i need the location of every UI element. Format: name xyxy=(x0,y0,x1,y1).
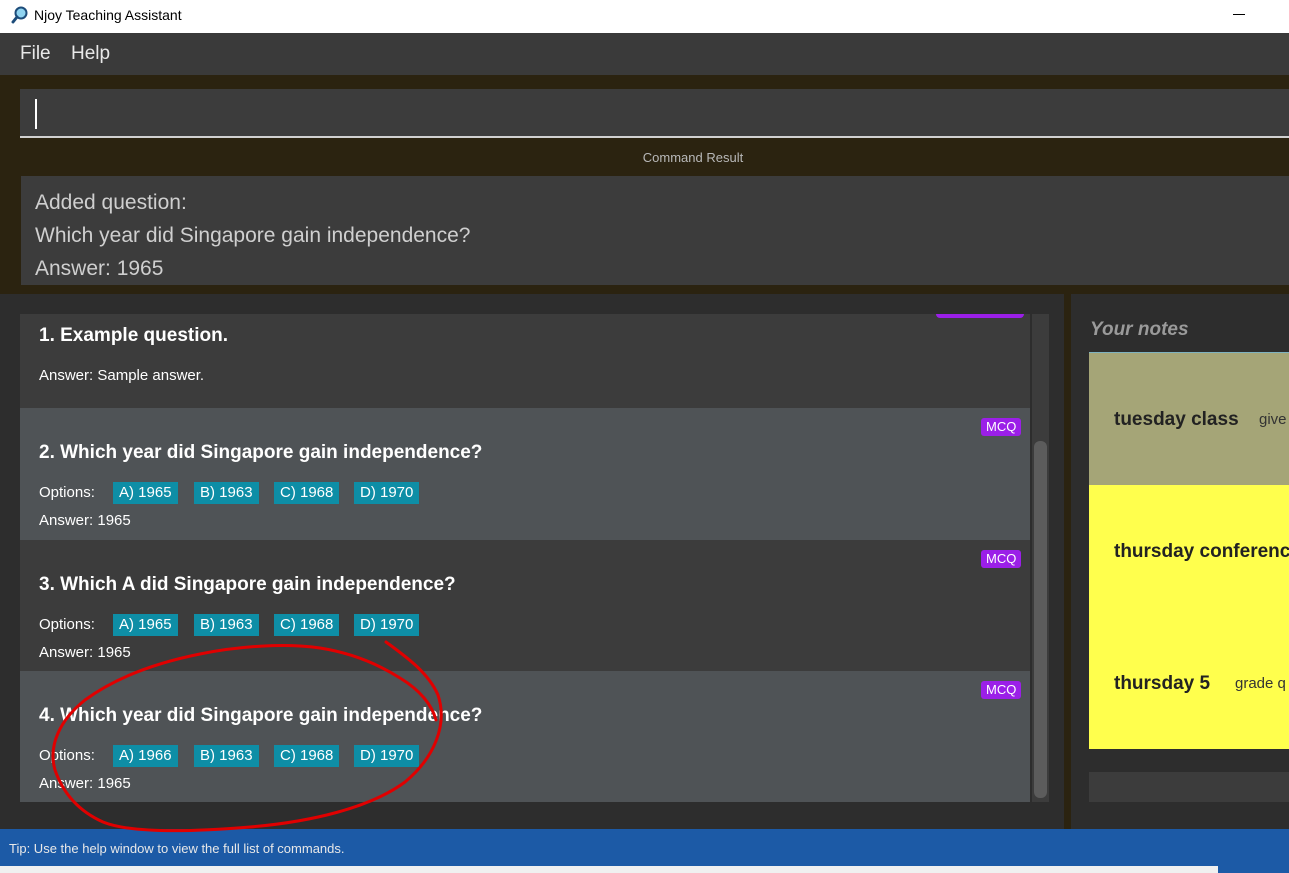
result-line: Which year did Singapore gain independen… xyxy=(35,224,471,247)
status-bar: Tip: Use the help window to view the ful… xyxy=(0,829,1289,866)
option-chip: D) 1970 xyxy=(354,745,420,767)
option-chip: C) 1968 xyxy=(274,745,340,767)
minimize-button[interactable] xyxy=(1226,4,1250,26)
scrollbar-thumb[interactable] xyxy=(1034,441,1047,798)
option-chip: B) 1963 xyxy=(194,482,259,504)
scrollbar[interactable] xyxy=(1032,314,1049,802)
question-card[interactable]: MCQ 4. Which year did Singapore gain ind… xyxy=(20,671,1030,802)
menu-file[interactable]: File xyxy=(20,43,51,65)
magnifier-icon xyxy=(11,6,28,24)
text-caret xyxy=(35,99,37,129)
question-card[interactable]: 1. Example question. Answer: Sample answ… xyxy=(20,314,1030,408)
question-title: 1. Example question. xyxy=(39,325,228,346)
question-card[interactable]: MCQ 2. Which year did Singapore gain ind… xyxy=(20,408,1030,540)
question-answer: Answer: Sample answer. xyxy=(39,367,205,384)
question-list[interactable]: 1. Example question. Answer: Sample answ… xyxy=(20,314,1030,802)
command-input[interactable] xyxy=(20,89,1289,138)
option-chip: A) 1966 xyxy=(113,745,178,767)
note-card[interactable]: thursday 5 grade q xyxy=(1089,617,1289,749)
option-chip: B) 1963 xyxy=(194,745,259,767)
question-title: 4. Which year did Singapore gain indepen… xyxy=(39,705,483,726)
tag-badge xyxy=(936,314,1024,318)
option-chip: D) 1970 xyxy=(354,482,420,504)
option-chip: A) 1965 xyxy=(113,482,178,504)
question-answer: Answer: 1965 xyxy=(39,512,131,529)
note-body: give xyxy=(1259,411,1287,428)
notes-title: Your notes xyxy=(1090,319,1189,340)
option-chip: C) 1968 xyxy=(274,614,340,636)
note-card[interactable]: thursday conference xyxy=(1089,485,1289,617)
question-answer: Answer: 1965 xyxy=(39,775,131,792)
mcq-tag: MCQ xyxy=(981,550,1022,568)
main-window: Command Result Added question: Which yea… xyxy=(0,75,1289,829)
options-label: Options: xyxy=(39,616,95,633)
question-list-panel: 1. Example question. Answer: Sample answ… xyxy=(0,294,1064,829)
note-body: grade q xyxy=(1235,675,1286,692)
mcq-tag: MCQ xyxy=(981,418,1022,436)
question-title: 2. Which year did Singapore gain indepen… xyxy=(39,442,483,463)
command-result-box: Added question: Which year did Singapore… xyxy=(21,176,1289,285)
option-chip: A) 1965 xyxy=(113,614,178,636)
menu-help[interactable]: Help xyxy=(71,43,110,65)
question-answer: Answer: 1965 xyxy=(39,644,131,661)
command-result-label: Command Result xyxy=(642,150,744,165)
notes-panel: Your notes tuesday class give thursday c… xyxy=(1071,294,1289,829)
option-chip: C) 1968 xyxy=(274,482,340,504)
note-title: thursday conference xyxy=(1114,541,1289,562)
note-title: tuesday class xyxy=(1114,409,1239,430)
note-card[interactable]: tuesday class give xyxy=(1089,352,1289,485)
options-label: Options: xyxy=(39,747,95,764)
question-card[interactable]: MCQ 3. Which A did Singapore gain indepe… xyxy=(20,540,1030,671)
result-line: Answer: 1965 xyxy=(35,257,164,280)
note-title: thursday 5 xyxy=(1114,673,1211,694)
question-title: 3. Which A did Singapore gain independen… xyxy=(39,574,456,595)
window-title: Njoy Teaching Assistant xyxy=(34,7,182,23)
mcq-tag: MCQ xyxy=(981,681,1022,699)
menu-bar: File Help xyxy=(0,33,1289,75)
title-bar: Njoy Teaching Assistant xyxy=(0,0,1289,33)
options-label: Options: xyxy=(39,484,95,501)
taskbar-highlight xyxy=(1218,866,1289,873)
option-chip: D) 1970 xyxy=(354,614,420,636)
option-chip: B) 1963 xyxy=(194,614,259,636)
result-line: Added question: xyxy=(35,191,187,214)
status-tip: Tip: Use the help window to view the ful… xyxy=(9,841,345,856)
notes-footer xyxy=(1089,772,1289,802)
taskbar xyxy=(0,866,1289,873)
